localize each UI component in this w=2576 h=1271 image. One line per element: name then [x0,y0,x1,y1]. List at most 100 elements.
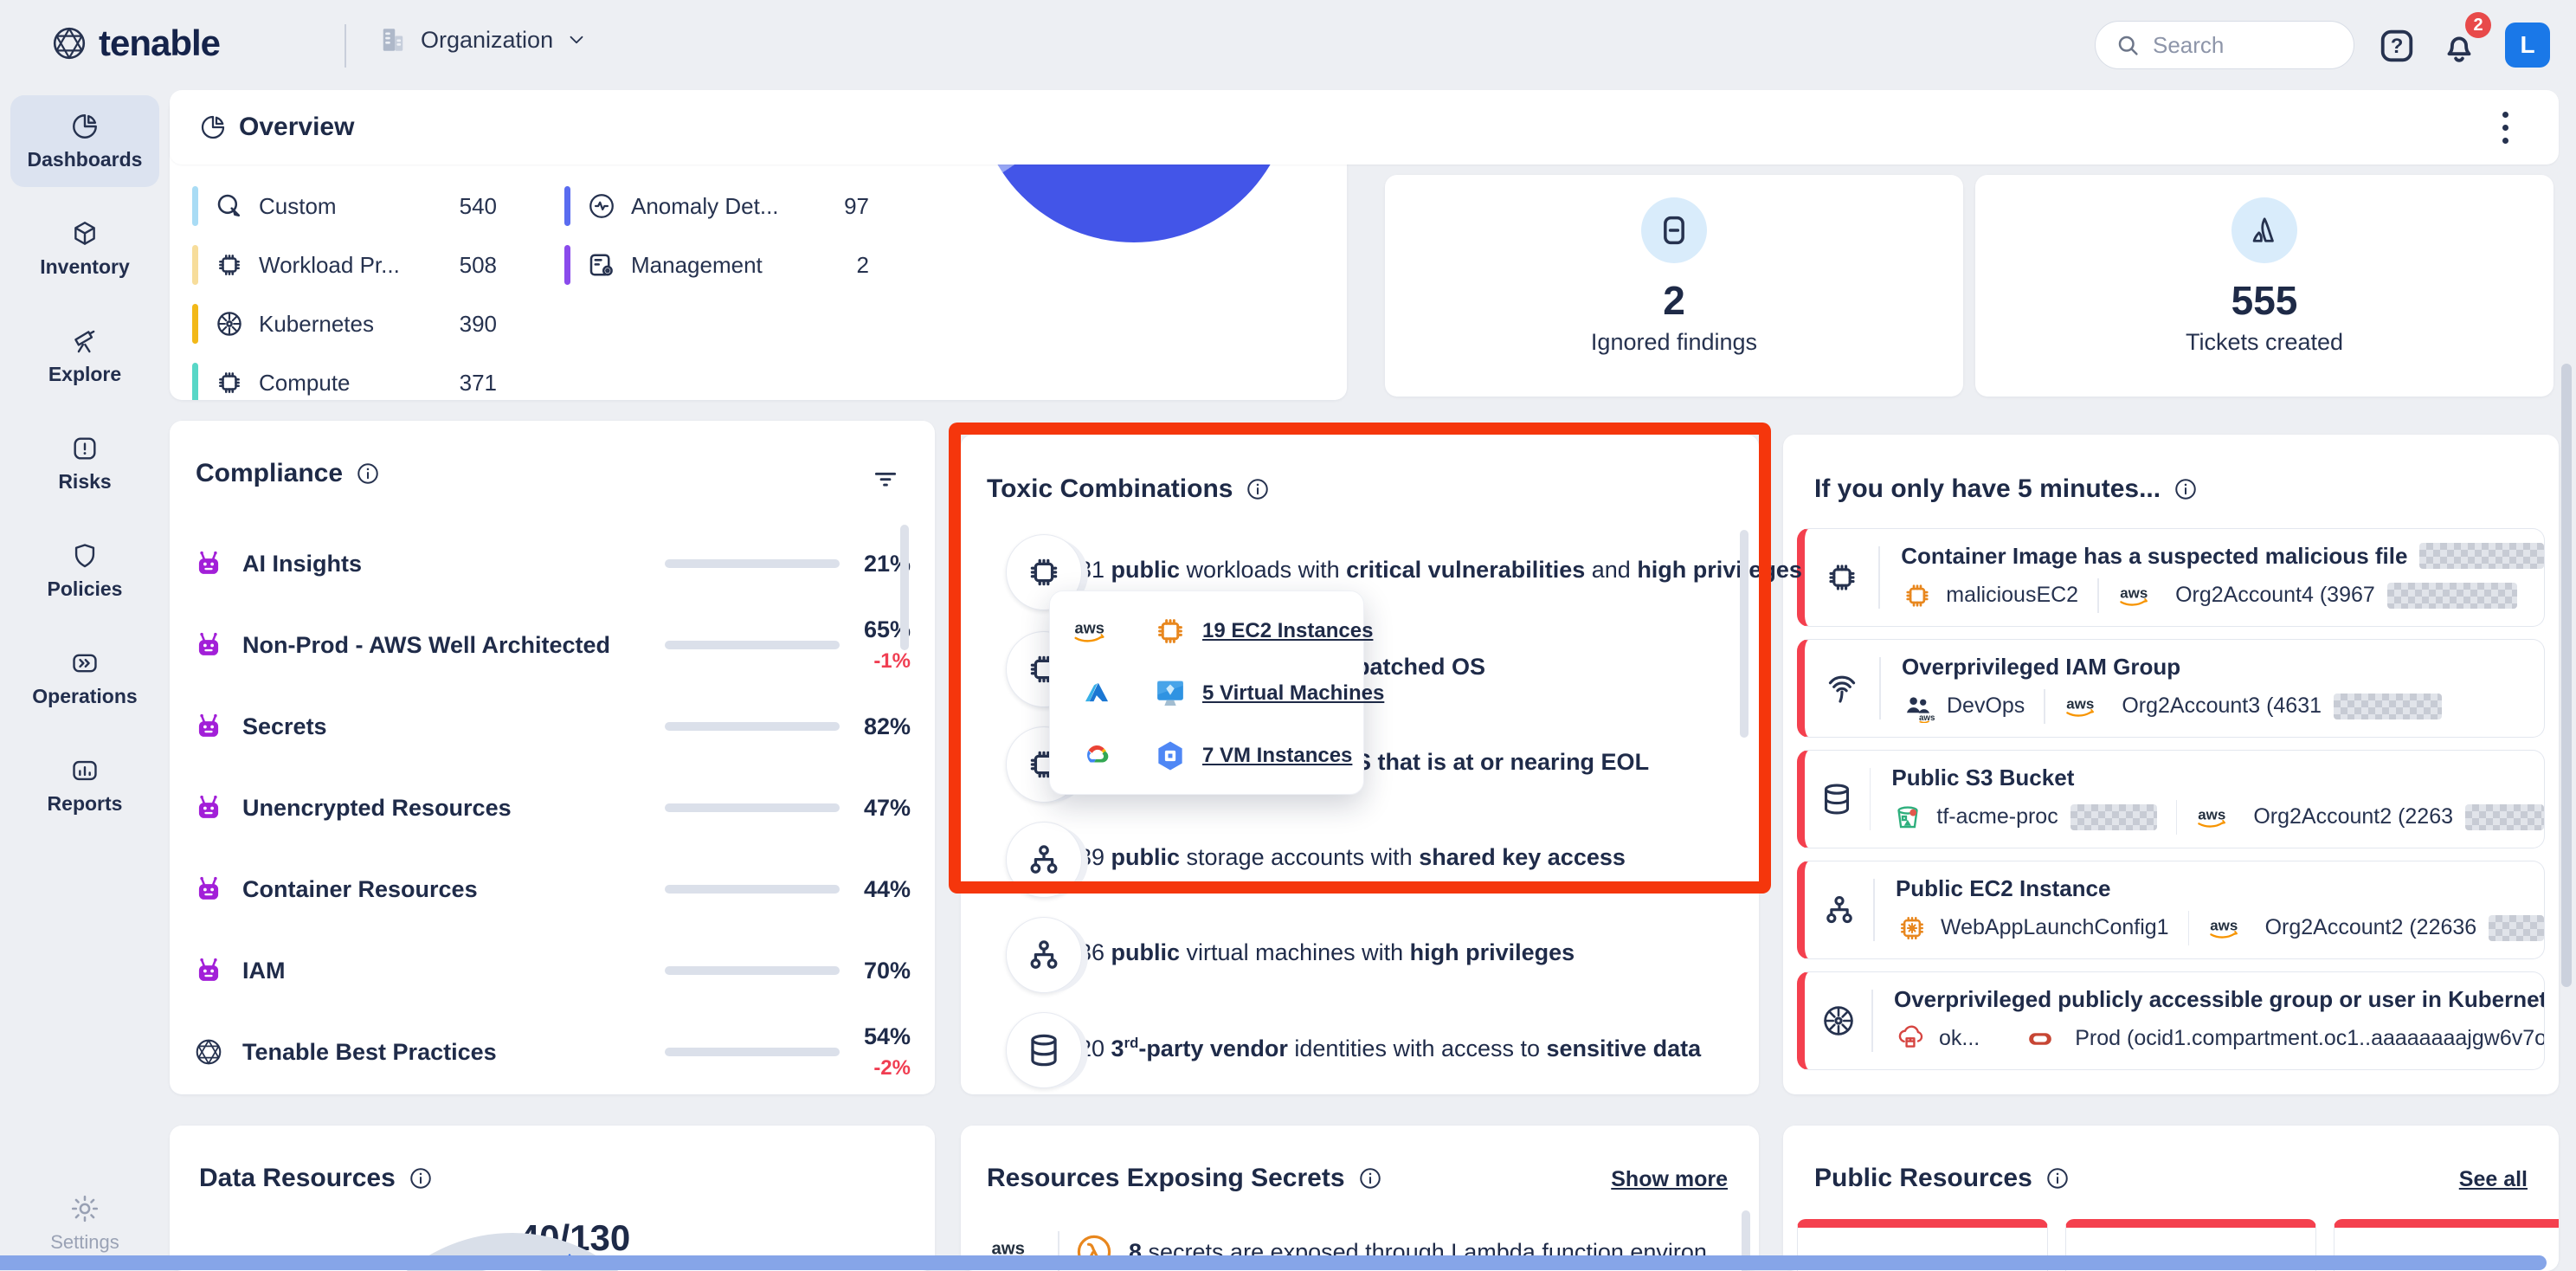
aws-logo-icon: aws [1072,616,1121,646]
toxic-combination-text[interactable]: 31 public workloads with critical vulner… [1079,557,1802,584]
legend-label: Custom [259,193,337,220]
compliance-name: IAM [242,958,286,984]
toxic-combination-text[interactable]: patched OS [1356,654,1485,681]
sidebar-item-label: Policies [48,577,123,601]
ec2gear-icon [1896,912,1929,945]
finding-resource: WebAppLaunchConfig1 [1941,915,2169,940]
sidebar-item-label: Risks [58,470,111,494]
kebab-menu-icon[interactable] [2486,107,2524,147]
toxic-scrollbar-thumb[interactable] [1740,530,1748,738]
network-icon [1006,822,1082,898]
compliance-row[interactable]: AI Insights21% [192,523,909,604]
sidebar-item-operations[interactable]: Operations [10,632,159,724]
avatar[interactable]: L [2505,23,2550,68]
database-icon [1006,1012,1082,1088]
panel-icon [586,249,617,281]
tenable-logo-icon [48,23,90,64]
compliance-name: Tenable Best Practices [242,1039,497,1066]
finding-title: Public S3 Bucket [1891,765,2074,791]
legend-item: Management2 [564,235,869,294]
toxic-combination-text[interactable]: 36 public virtual machines with high pri… [1079,939,1575,966]
compliance-row[interactable]: Container Resources44% [192,848,909,930]
sidebar-item-label: Explore [48,363,121,386]
finding-card[interactable]: Overprivileged publicly accessible group… [1797,971,2545,1070]
chip-icon [214,367,245,398]
sidebar-item-policies[interactable]: Policies [10,525,159,616]
sidebar-item-explore[interactable]: Explore [10,310,159,402]
toxic-combinations-title: Toxic Combinations [987,474,1233,504]
popup-resource-link[interactable]: 19 EC2 Instances [1202,619,1373,643]
help-button[interactable]: ? [2377,26,2417,66]
custom-icon [214,190,245,222]
compliance-percent: 65% [798,616,911,643]
finding-card[interactable]: Container Image has a suspected maliciou… [1797,528,2545,627]
finding-card[interactable]: Public S3 Buckettf-acme-procawsOrg2Accou… [1797,750,2545,848]
info-icon[interactable] [2045,1165,2070,1191]
compliance-scrollbar-thumb[interactable] [900,525,909,650]
popup-resource-link-row[interactable]: aws19 EC2 Instances [1050,600,1363,662]
filter-icon[interactable] [871,464,900,494]
sidebar-item-reports[interactable]: Reports [10,739,159,831]
popup-resource-link[interactable]: 5 Virtual Machines [1202,681,1384,706]
compliance-row[interactable]: Tenable Best Practices54%-2% [192,1011,909,1093]
toxic-combination-text[interactable]: 20 3rd-party vendor identities with acce… [1079,1035,1701,1062]
compliance-row[interactable]: Secrets82% [192,686,909,767]
horizontal-scrollbar[interactable] [0,1255,2547,1270]
sidebar-item-risks[interactable]: Risks [10,417,159,509]
finding-resource: tf-acme-proc [1936,804,2058,829]
finding-card[interactable]: Overprivileged IAM GroupawsDevOpsawsOrg2… [1797,639,2545,738]
compliance-name: Secrets [242,713,327,740]
data-resources-title: Data Resources [199,1164,396,1193]
popup-resource-link-row[interactable]: 5 Virtual Machines [1050,662,1363,725]
compliance-name: AI Insights [242,551,362,577]
finding-title: Overprivileged IAM Group [1902,654,2180,681]
compliance-delta: -2% [798,1056,911,1081]
info-icon[interactable] [355,461,381,487]
finding-title: Overprivileged publicly accessible group… [1894,986,2544,1013]
risks-icon [70,434,100,463]
info-icon[interactable] [1245,476,1271,502]
compliance-name: Container Resources [242,876,478,903]
sidebar-item-inventory[interactable]: Inventory [10,203,159,294]
toxic-resources-popup: aws19 EC2 Instances5 Virtual Machines 7 V… [1049,590,1364,795]
compliance-row[interactable]: Non-Prod - AWS Well Architected65%-1% [192,604,909,686]
info-icon[interactable] [1357,1165,1383,1191]
sidebar-item-settings[interactable]: Settings [0,1193,170,1254]
popup-resource-link-row[interactable]: 7 VM Instances [1050,725,1363,787]
chevron-down-icon [565,29,588,51]
reports-icon [70,756,100,785]
see-all-link[interactable]: See all [2459,1167,2528,1192]
categories-legend: Custom540Workload Pr...508Kubernetes390C… [192,177,869,400]
svg-text:aws: aws [2210,917,2238,933]
finding-title: Container Image has a suspected maliciou… [1901,543,2407,570]
chip-icon [214,249,245,281]
toxic-combination-text[interactable]: 39 public storage accounts with shared k… [1079,844,1626,871]
robot-icon [192,710,225,743]
popup-resource-link[interactable]: 7 VM Instances [1202,744,1352,768]
search-input[interactable]: Search [2095,21,2354,69]
compliance-row[interactable]: IAM 70% [192,930,909,1011]
azure-logo-icon [1072,679,1121,708]
tenable-logo: tenable [48,23,220,64]
organization-switcher[interactable]: Organization [377,24,588,55]
ec2-icon [1901,579,1934,612]
redacted-text [2334,694,2442,719]
sidebar-item-dashboards[interactable]: Dashboards [10,95,159,187]
aws-logo-icon: aws [2208,914,2253,942]
finding-card[interactable]: Public EC2 Instance WebAppLaunchConfig1 aw… [1797,861,2545,959]
telescope-icon [70,326,100,356]
data-resources-card: Data Resources 40/130 [170,1126,935,1271]
info-icon[interactable] [2173,476,2199,502]
toxic-combination-text[interactable]: S that is at or nearing EOL [1356,749,1649,776]
organization-icon [377,24,409,55]
compliance-name: Unencrypted Resources [242,795,512,822]
info-icon[interactable] [408,1165,434,1191]
overview-header-bar: Overview [170,90,2559,165]
pie-icon [70,112,100,141]
finding-title: Public EC2 Instance [1896,875,2111,902]
vertical-scrollbar-thumb[interactable] [2561,364,2572,987]
show-more-link[interactable]: Show more [1611,1167,1728,1192]
compliance-delta: -1% [798,649,911,674]
compliance-percent: 70% [798,958,911,984]
compliance-row[interactable]: Unencrypted Resources47% [192,767,909,848]
